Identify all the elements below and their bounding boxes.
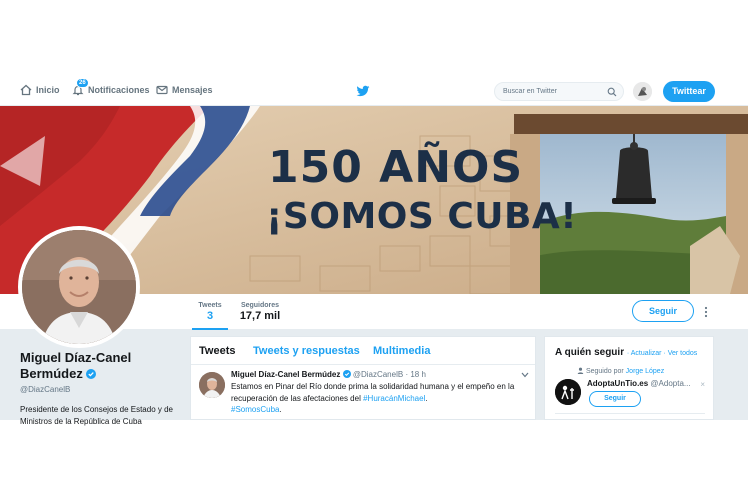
who-to-follow-title: A quién seguir · Actualizar · Ver todos bbox=[555, 347, 697, 358]
nav-home[interactable]: Inicio bbox=[20, 84, 60, 96]
tweet-button[interactable]: Twittear bbox=[663, 81, 715, 102]
divider bbox=[555, 413, 705, 414]
verified-badge-icon bbox=[342, 370, 351, 378]
search-icon[interactable] bbox=[607, 87, 617, 97]
tweet-item[interactable]: Miguel Díaz-Canel Bermúdez @DiazCanelB ·… bbox=[191, 366, 535, 419]
notifications-badge: 26 bbox=[76, 78, 89, 88]
timeline-tabs: Tweets Tweets y respuestas Multimedia bbox=[191, 337, 535, 365]
who-to-follow: A quién seguir · Actualizar · Ver todos … bbox=[544, 336, 714, 420]
verified-badge-icon bbox=[86, 369, 97, 379]
profile-bio: Presidente de los Consejos de Estado y d… bbox=[20, 405, 173, 426]
profile-photo bbox=[22, 230, 136, 344]
profile-info: Miguel Díaz-Canel Bermúdez @DiazCanelB P… bbox=[20, 350, 190, 428]
chevron-down-icon[interactable] bbox=[521, 372, 529, 378]
tweet-avatar[interactable] bbox=[199, 372, 225, 398]
user-avatar[interactable] bbox=[633, 82, 652, 101]
close-icon[interactable]: × bbox=[700, 380, 705, 389]
followers-stat-value: 17,7 mil bbox=[239, 310, 281, 322]
tweet-author-handle: @DiazCanelB bbox=[352, 370, 404, 379]
search-placeholder: Buscar en Twitter bbox=[503, 88, 557, 95]
profile-name: Miguel Díaz-Canel Bermúdez bbox=[20, 350, 190, 382]
suggested-user-name[interactable]: AdoptaUnTio.es bbox=[587, 379, 648, 388]
hashtag-link[interactable]: #HuracánMichael bbox=[363, 394, 425, 403]
user-icon bbox=[577, 367, 584, 374]
suggested-user-avatar[interactable] bbox=[555, 379, 581, 405]
top-navigation: Inicio 26 Notificaciones Mensajes Buscar… bbox=[0, 76, 748, 106]
banner-subheadline: ¡SOMOS CUBA! bbox=[266, 196, 578, 237]
suggested-follow-button[interactable]: Seguir bbox=[589, 391, 641, 407]
followed-by-prefix: Seguido por bbox=[585, 368, 624, 375]
nav-home-label: Inicio bbox=[36, 85, 60, 95]
nav-messages[interactable]: Mensajes bbox=[156, 84, 213, 96]
follow-button[interactable]: Seguir bbox=[632, 300, 694, 322]
followed-by-user[interactable]: Jorge López bbox=[626, 368, 665, 375]
view-all-link[interactable]: Ver todos bbox=[668, 350, 698, 357]
who-to-follow-heading: A quién seguir bbox=[555, 347, 625, 358]
tab-tweets[interactable]: Tweets bbox=[199, 345, 235, 357]
tweet-timestamp[interactable]: · 18 h bbox=[405, 370, 425, 379]
refresh-link[interactable]: Actualizar bbox=[631, 350, 662, 357]
profile-avatar[interactable] bbox=[18, 226, 140, 348]
suggested-user[interactable]: AdoptaUnTio.es @Adopta... bbox=[587, 379, 691, 388]
more-options-icon[interactable] bbox=[703, 306, 709, 318]
tab-media[interactable]: Multimedia bbox=[373, 345, 430, 357]
hashtag-link[interactable]: #SomosCuba bbox=[231, 405, 279, 414]
suggested-user-handle: @Adopta... bbox=[650, 379, 691, 388]
tweets-stat[interactable]: Tweets 3 bbox=[192, 302, 228, 330]
tweet-text-punct: . bbox=[425, 393, 428, 403]
tweets-stat-value: 3 bbox=[206, 310, 214, 322]
avatar-image bbox=[633, 82, 652, 101]
twitter-bird-icon[interactable] bbox=[356, 84, 370, 98]
tweet-header: Miguel Díaz-Canel Bermúdez @DiazCanelB ·… bbox=[231, 370, 426, 379]
tweet-text-end: . bbox=[279, 405, 282, 414]
nav-notifications[interactable]: 26 Notificaciones bbox=[72, 78, 150, 96]
nav-messages-label: Mensajes bbox=[172, 85, 213, 95]
followers-stat-label: Seguidores bbox=[240, 302, 280, 309]
tweet-text: Estamos en Pinar del Río donde prima la … bbox=[231, 381, 526, 416]
tweet-avatar-photo bbox=[199, 372, 225, 398]
profile-name-text: Miguel Díaz-Canel Bermúdez bbox=[20, 350, 132, 381]
tab-tweets-and-replies[interactable]: Tweets y respuestas bbox=[253, 345, 360, 357]
envelope-icon bbox=[156, 85, 168, 95]
home-icon bbox=[20, 84, 32, 96]
timeline: Tweets Tweets y respuestas Multimedia Mi… bbox=[190, 336, 536, 420]
twitter-profile-page: Inicio 26 Notificaciones Mensajes Buscar… bbox=[0, 0, 748, 498]
tweet-author-name[interactable]: Miguel Díaz-Canel Bermúdez bbox=[231, 370, 340, 379]
suggested-avatar-logo bbox=[555, 379, 581, 405]
nav-notifications-label: Notificaciones bbox=[88, 85, 150, 95]
tweets-stat-label: Tweets bbox=[198, 302, 222, 309]
banner-headline: 150 AÑOS bbox=[268, 142, 524, 193]
profile-handle: @DiazCanelB bbox=[20, 385, 71, 394]
search-input[interactable]: Buscar en Twitter bbox=[494, 82, 624, 101]
followers-stat[interactable]: Seguidores 17,7 mil bbox=[238, 302, 282, 322]
followed-by-context: Seguido por Jorge López bbox=[577, 367, 664, 375]
